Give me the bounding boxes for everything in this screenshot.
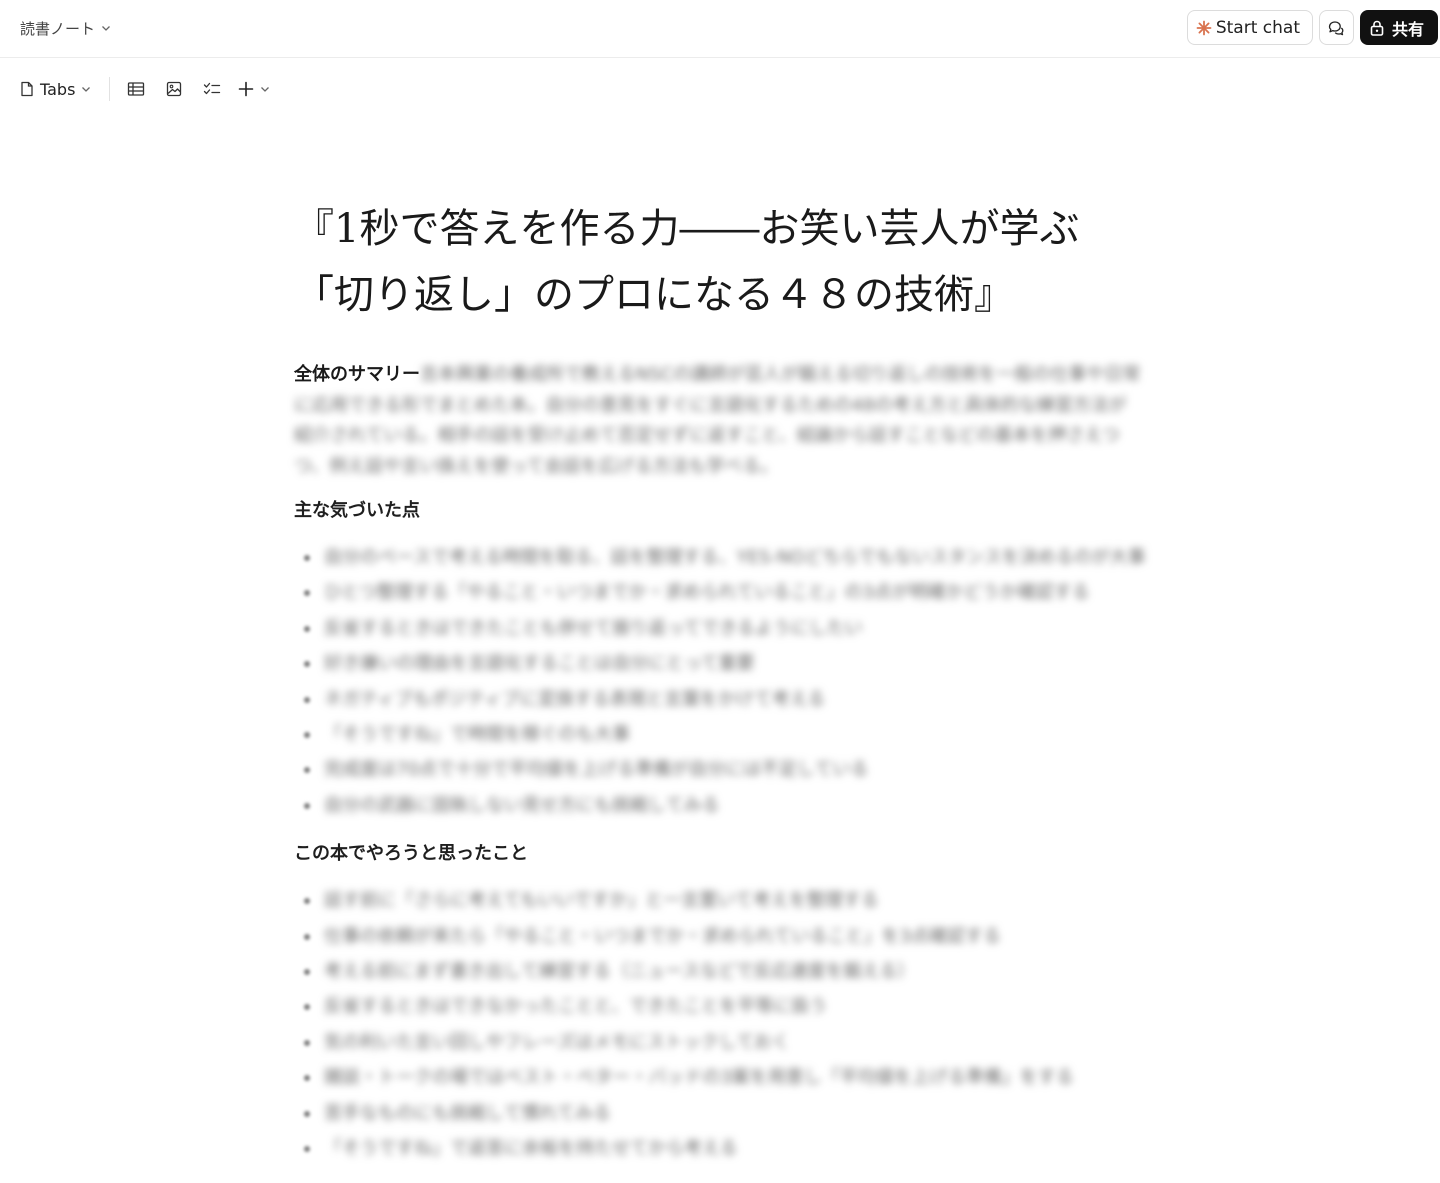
table-icon [128, 82, 145, 96]
list-item-text: 「そうですね」で時間を稼ぐのも大事 [324, 724, 630, 746]
document-icon [21, 81, 33, 97]
top-actions: Start chat 共有 [1186, 10, 1438, 45]
list-item-text: ネガティブもポジティブに変換する表現と言葉をかけて考える [324, 688, 826, 710]
editor-toolbar: Tabs [20, 74, 270, 104]
list-item[interactable]: 仕事の依頼が来たら「やること・いつまでか・求められていること」を3点確認する [294, 919, 1144, 954]
list-item[interactable]: 気の利いた言い回しやフレーズはメモにストックしておく [294, 1025, 1144, 1060]
comments-button[interactable] [1318, 10, 1354, 45]
page-title-line1: 『1秒で答えを作る力――お笑い芸人が学ぶ [294, 206, 1080, 252]
chat-bubbles-icon [1329, 20, 1344, 35]
list-item-text: 考える前にまず書き出して練習する（ニュースなどで反応速度を鍛える） [324, 961, 916, 983]
list-item-text: 「そうですね」で返答に余裕を持たせてから考える [324, 1138, 738, 1160]
list-item-text: 好き嫌いの理由を言語化することは自分にとって重要 [324, 653, 755, 675]
document-body[interactable]: 『1秒で答えを作る力――お笑い芸人が学ぶ 「切り返し」のプロになる４８の技術』 … [294, 196, 1146, 1183]
list-item[interactable]: ネガティブもポジティブに変換する表現と言葉をかけて考える [294, 682, 1144, 717]
start-chat-label: Start chat [1215, 17, 1300, 38]
document-title: 読書ノート [20, 19, 96, 38]
list-item[interactable]: 話す前に「さらに考えてもいいですか」と一言置いて考えを整理する [294, 883, 1144, 918]
insert-table-button[interactable] [124, 77, 148, 101]
share-button[interactable]: 共有 [1359, 10, 1438, 45]
document-title-dropdown[interactable]: 読書ノート [20, 16, 111, 40]
list-item[interactable]: 反省するときはできたことも併せて振り返ってできるようにしたい [294, 611, 1144, 646]
lock-icon [1370, 20, 1384, 36]
start-chat-button[interactable]: Start chat [1186, 10, 1313, 45]
chevron-down-icon [82, 87, 91, 92]
tabs-dropdown[interactable]: Tabs [20, 80, 109, 99]
list-item[interactable]: 完成度は70点で十分で平均値を上げる準備が自分には不足している [294, 752, 1144, 787]
list-item-text: 雑談・トークの場ではベスト・ベター・バッドの3案を用意し「平均値を上げる準備」を… [324, 1067, 1074, 1089]
list-item[interactable]: 苦手なものにも挑戦して慣れてみる [294, 1096, 1144, 1131]
insert-more-dropdown[interactable] [238, 81, 270, 97]
tabs-label: Tabs [40, 79, 76, 99]
list-item-text: 仕事の依頼が来たら「やること・いつまでか・求められていること」を3点確認する [324, 925, 1001, 947]
sparkle-icon [1196, 20, 1212, 35]
list-item[interactable]: 考える前にまず書き出して練習する（ニュースなどで反応速度を鍛える） [294, 954, 1144, 989]
list-item-text: 完成度は70点で十分で平均値を上げる準備が自分には不足している [324, 759, 869, 781]
list-item[interactable]: 好き嫌いの理由を言語化することは自分にとって重要 [294, 646, 1144, 681]
insert-image-button[interactable] [162, 77, 186, 101]
insights-heading: 主な気づいた点 [294, 500, 420, 521]
toolbar-divider [109, 77, 111, 101]
summary-heading: 全体のサマリー [294, 364, 420, 385]
list-item-text: 自分の武器に固執しない見せ方にも挑戦してみる [324, 794, 720, 816]
top-bar: 読書ノート Start chat 共有 [0, 0, 1440, 58]
list-item[interactable]: 反省するときはできなかったことと、できたことを平等に扱う [294, 989, 1144, 1024]
summary-paragraph[interactable]: 全体のサマリー吉本興業の養成所で教えるNSCの講師が芸人が鍛える切り返しの技術を… [294, 360, 1144, 482]
chevron-down-icon [261, 87, 270, 92]
insights-list: 自分のペースで考える時間を取る、話を整理する、YES-NOどちらでもないスタンス… [294, 540, 1146, 823]
list-item-text: 自分のペースで考える時間を取る、話を整理する、YES-NOどちらでもないスタンス… [324, 547, 1146, 568]
list-item-text: 気の利いた言い回しやフレーズはメモにストックしておく [324, 1031, 790, 1053]
image-icon [167, 81, 182, 97]
list-item-text: ひとつ整理する「やること・いつまでか・求められていること」の3点が明確かどうか確… [324, 582, 1090, 604]
list-item-text: 反省するときはできたことも併せて振り返ってできるようにしたい [324, 617, 863, 639]
chevron-down-icon [102, 26, 110, 31]
list-item-text: 話す前に「さらに考えてもいいですか」と一言置いて考えを整理する [324, 890, 879, 912]
list-item[interactable]: 雑談・トークの場ではベスト・ベター・バッドの3案を用意し「平均値を上げる準備」を… [294, 1060, 1144, 1095]
share-label: 共有 [1391, 19, 1424, 39]
page-title[interactable]: 『1秒で答えを作る力――お笑い芸人が学ぶ 「切り返し」のプロになる４８の技術』 [294, 196, 1144, 328]
todo-heading: この本でやろうと思ったこと [294, 843, 528, 865]
list-item-text: 反省するときはできなかったことと、できたことを平等に扱う [324, 996, 828, 1018]
page-title-line2: 「切り返し」のプロになる４８の技術』 [294, 272, 1014, 318]
plus-icon [239, 81, 254, 97]
checklist-icon [204, 82, 221, 95]
todo-list: 話す前に「さらに考えてもいいですか」と一言置いて考えを整理する 仕事の依頼が来た… [294, 883, 1144, 1166]
summary-text: 吉本興業の養成所で教えるNSCの講師が芸人が鍛える切り返しの技術を一般の仕事や日… [294, 364, 1141, 477]
insert-checklist-button[interactable] [200, 77, 224, 101]
list-item[interactable]: 自分のペースで考える時間を取る、話を整理する、YES-NOどちらでもないスタンス… [294, 540, 1146, 575]
list-item[interactable]: 「そうですね」で時間を稼ぐのも大事 [294, 717, 1144, 752]
list-item[interactable]: 「そうですね」で返答に余裕を持たせてから考える [294, 1131, 1144, 1166]
list-item[interactable]: ひとつ整理する「やること・いつまでか・求められていること」の3点が明確かどうか確… [294, 575, 1144, 610]
list-item-text: 苦手なものにも挑戦して慣れてみる [324, 1102, 611, 1124]
list-item[interactable]: 自分の武器に固執しない見せ方にも挑戦してみる [294, 788, 1144, 823]
